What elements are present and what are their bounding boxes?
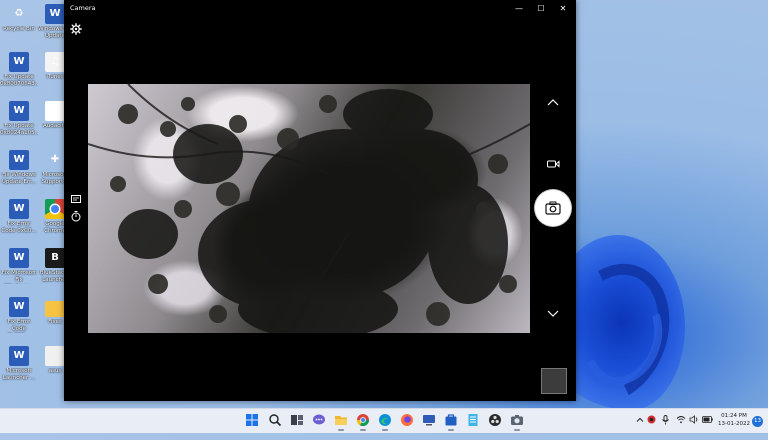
chevron-down-icon[interactable]: [546, 306, 560, 320]
desktop-icon-word-doc[interactable]: W Fix Update 0x8024a105...: [0, 101, 38, 147]
word-doc-icon: W: [9, 52, 29, 72]
desktop-icon-word-doc[interactable]: W Microsoft Launcher ...: [0, 346, 38, 392]
wifi-icon[interactable]: [676, 415, 686, 439]
word-doc-icon: W: [9, 297, 29, 317]
desktop-icon-word-doc[interactable]: W Fix Microsoft Fix Windows...: [0, 248, 38, 294]
notepad-icon[interactable]: [466, 413, 480, 427]
camera-app-icon[interactable]: [510, 413, 524, 431]
firefox-icon[interactable]: [400, 413, 414, 427]
desktop-icon-recycle-bin[interactable]: ♻ Recycle Bin: [0, 4, 38, 50]
taskbar: 01:24 PM 13-01-2022 13: [0, 408, 768, 433]
last-photo-thumbnail[interactable]: [541, 368, 567, 394]
media-player-icon[interactable]: [422, 413, 436, 427]
chevron-up-icon[interactable]: [546, 96, 560, 110]
clock-time: 01:24 PM: [721, 413, 747, 419]
chrome-taskbar-icon[interactable]: [356, 413, 370, 431]
music-note-icon: ♫: [45, 52, 65, 72]
bluestacks-icon: B: [45, 248, 65, 268]
chat-icon[interactable]: [312, 413, 326, 427]
word-doc-icon: W: [9, 199, 29, 219]
word-doc-icon: W: [45, 4, 65, 24]
microphone-icon[interactable]: [661, 415, 670, 439]
chevron-up-tray-icon[interactable]: [636, 416, 644, 440]
folder-icon: [45, 301, 65, 317]
volume-icon[interactable]: [689, 415, 699, 439]
word-doc-icon: W: [9, 346, 29, 366]
word-doc-icon: W: [9, 101, 29, 121]
word-doc-icon: W: [9, 150, 29, 170]
desktop-icon-word-doc[interactable]: W Fix Windows Update Err...: [0, 150, 38, 196]
windows-start-icon[interactable]: [245, 413, 259, 427]
desktop-icon-word-doc[interactable]: W Fix Error Code 0xC00...: [0, 297, 38, 343]
camera-viewfinder: [88, 84, 530, 333]
store-icon[interactable]: [444, 413, 458, 431]
self-timer-icon[interactable]: [70, 210, 84, 224]
tree-canopy-image: [88, 84, 530, 333]
desktop-icon-word-doc[interactable]: W Fix Error Code 0xC0...: [0, 199, 38, 245]
close-button[interactable]: ✕: [554, 3, 572, 14]
camera-window: Camera — ☐ ✕: [64, 0, 576, 401]
video-mode-icon[interactable]: [546, 157, 560, 171]
support-icon: ✚: [50, 154, 60, 165]
clock-date: 13-01-2022: [718, 421, 750, 427]
battery-icon[interactable]: [702, 416, 713, 440]
app-tray-icon[interactable]: [647, 415, 656, 439]
minimize-button[interactable]: —: [510, 3, 528, 14]
document-icon: W: [45, 101, 65, 121]
chrome-icon: [45, 199, 65, 219]
desktop-icon-word-doc[interactable]: W Fix Update 0x80070643...: [0, 52, 38, 98]
settings-gear-icon[interactable]: [70, 23, 82, 35]
maximize-button[interactable]: ☐: [532, 3, 550, 14]
taskbar-clock[interactable]: 01:24 PM 13-01-2022: [716, 412, 752, 428]
title-bar[interactable]: Camera — ☐ ✕: [64, 0, 576, 17]
notification-badge[interactable]: 13: [752, 416, 763, 427]
obs-icon[interactable]: [488, 413, 502, 427]
hdr-icon[interactable]: [70, 193, 84, 207]
window-title: Camera: [70, 4, 96, 12]
recycle-bin-icon: ♻: [14, 8, 24, 19]
task-view-icon[interactable]: [290, 413, 304, 427]
file-explorer-icon[interactable]: [334, 413, 348, 431]
camera-icon: [545, 201, 561, 215]
take-photo-button[interactable]: [535, 190, 571, 226]
search-icon[interactable]: [268, 413, 282, 427]
file-icon: [45, 346, 65, 366]
word-doc-icon: W: [9, 248, 29, 268]
edge-icon[interactable]: [378, 413, 392, 431]
